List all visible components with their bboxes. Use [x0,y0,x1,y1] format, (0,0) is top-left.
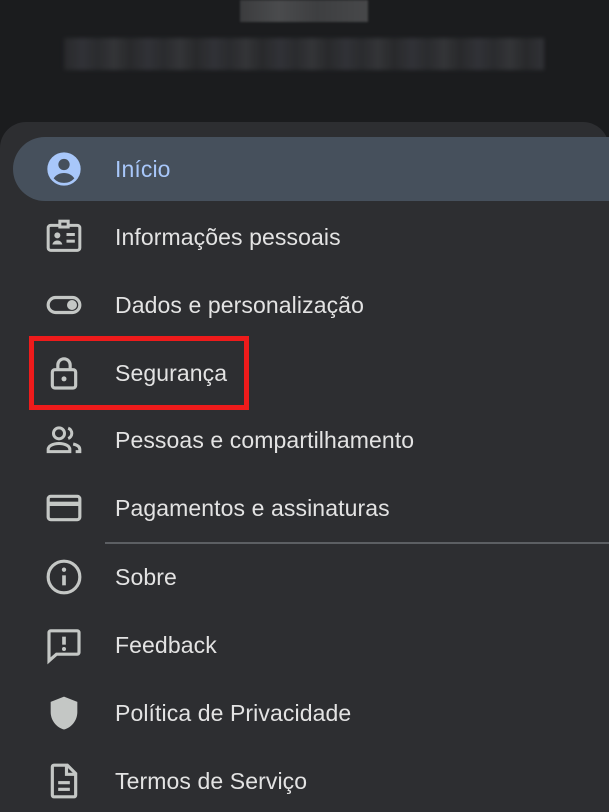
screen: Início Informações pessoais Dados e pers… [0,0,609,812]
menu-item-label: Pagamentos e assinaturas [115,494,390,521]
menu-item-label: Termos de Serviço [115,767,308,794]
menu-item-label: Dados e personalização [115,291,364,318]
menu-item-pagamentos-assinaturas[interactable]: Pagamentos e assinaturas [0,474,609,542]
id-card-icon [42,215,86,259]
menu-item-politica-privacidade[interactable]: Política de Privacidade [0,679,609,747]
menu-item-inicio[interactable]: Início [0,135,609,203]
document-icon [42,759,86,803]
menu-item-termos-servico[interactable]: Termos de Serviço [0,747,609,812]
feedback-icon [42,623,86,667]
account-circle-icon [42,147,86,191]
toggle-icon [42,283,86,327]
shield-icon [42,691,86,735]
active-indicator [13,137,609,201]
menu-item-pessoas-compartilhamento[interactable]: Pessoas e compartilhamento [0,406,609,474]
blurred-account-email [64,38,544,70]
blurred-account-name [240,0,368,22]
menu-item-label: Sobre [115,563,177,590]
info-icon [42,555,86,599]
menu-item-label: Início [115,155,171,182]
credit-card-icon [42,486,86,530]
menu-item-feedback[interactable]: Feedback [0,611,609,679]
menu-item-label: Informações pessoais [115,223,341,250]
menu-item-label: Pessoas e compartilhamento [115,426,415,453]
menu-item-dados-personalizacao[interactable]: Dados e personalização [0,271,609,339]
menu-item-sobre[interactable]: Sobre [0,543,609,611]
menu-item-label: Política de Privacidade [115,699,352,726]
menu-item-informacoes-pessoais[interactable]: Informações pessoais [0,203,609,271]
people-icon [42,418,86,462]
highlight-annotation-box [29,336,249,410]
menu-item-label: Feedback [115,631,217,658]
